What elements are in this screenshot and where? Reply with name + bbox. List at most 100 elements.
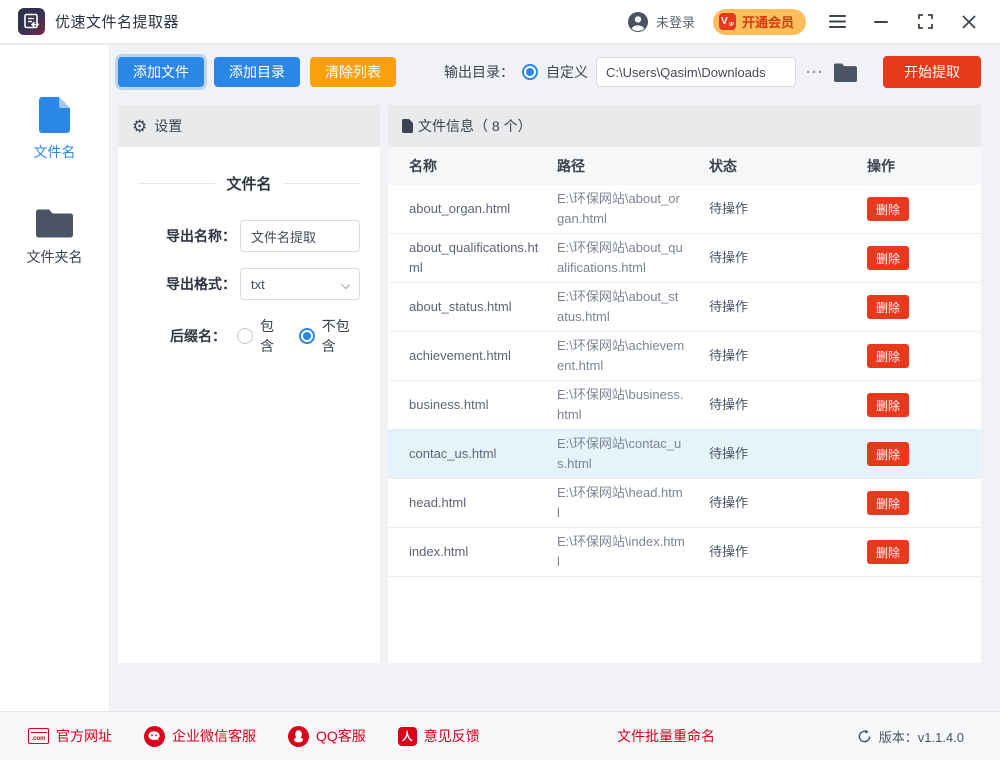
- table-row[interactable]: index.htmlE:\环保网站\index.html待操作删除: [388, 528, 981, 577]
- export-format-label: 导出格式：: [166, 274, 236, 294]
- app-logo-icon: [18, 8, 45, 35]
- footer: .com 官方网址 企业微信客服 QQ客服 人 意见反馈 文件批量重命名: [0, 711, 1000, 760]
- sidebar-item-label: 文件名: [34, 142, 76, 162]
- export-name-label: 导出名称：: [166, 226, 236, 246]
- col-header-action: 操作: [867, 156, 981, 176]
- file-action-cell: 删除: [867, 442, 981, 466]
- minimize-icon: [874, 21, 888, 23]
- delete-button[interactable]: 删除: [867, 197, 909, 221]
- version-area: 版本：v1.1.4.0: [857, 727, 964, 746]
- file-action-cell: 删除: [867, 393, 981, 417]
- table-row[interactable]: about_qualifications.htmlE:\环保网站\about_q…: [388, 234, 981, 283]
- file-status-cell: 待操作: [709, 493, 867, 513]
- section-title: 文件名: [227, 173, 272, 194]
- file-status-cell: 待操作: [709, 444, 867, 464]
- file-name-cell: index.html: [409, 542, 557, 562]
- export-format-select[interactable]: txt: [240, 268, 360, 300]
- table-row[interactable]: about_status.htmlE:\环保网站\about_status.ht…: [388, 283, 981, 332]
- folder-icon: [36, 208, 73, 238]
- delete-button[interactable]: 删除: [867, 442, 909, 466]
- close-icon: [962, 15, 976, 29]
- login-status-label: 未登录: [656, 12, 695, 31]
- suffix-include-radio[interactable]: [237, 328, 253, 344]
- app-title: 优速文件名提取器: [55, 11, 179, 32]
- section-divider: 文件名: [138, 173, 360, 194]
- export-name-input[interactable]: [240, 220, 360, 252]
- open-vip-button[interactable]: VIP 开通会员: [713, 9, 806, 35]
- file-path-cell: E:\环保网站\contac_us.html: [557, 434, 709, 474]
- file-info-header-label: 文件信息（ 8 个）: [418, 116, 532, 136]
- feedback-icon: 人: [398, 727, 417, 746]
- start-extract-button[interactable]: 开始提取: [883, 56, 981, 88]
- file-path-cell: E:\环保网站\business.html: [557, 385, 709, 425]
- file-action-cell: 删除: [867, 246, 981, 270]
- file-path-cell: E:\环保网站\about_organ.html: [557, 189, 709, 229]
- delete-button[interactable]: 删除: [867, 246, 909, 270]
- delete-button[interactable]: 删除: [867, 344, 909, 368]
- col-header-path: 路径: [557, 156, 709, 176]
- gear-icon: ⚙: [132, 118, 147, 135]
- file-path-cell: E:\环保网站\head.html: [557, 483, 709, 523]
- login-status[interactable]: 未登录: [627, 11, 695, 33]
- maximize-button[interactable]: [912, 9, 938, 35]
- file-table-body: about_organ.htmlE:\环保网站\about_organ.html…: [388, 185, 981, 577]
- feedback-link[interactable]: 人 意见反馈: [398, 726, 480, 746]
- close-button[interactable]: [956, 9, 982, 35]
- file-name-cell: contac_us.html: [409, 444, 557, 464]
- file-action-cell: 删除: [867, 491, 981, 515]
- wechat-support-link[interactable]: 企业微信客服: [144, 726, 256, 747]
- sidebar-item-label: 文件夹名: [27, 247, 83, 267]
- delete-button[interactable]: 删除: [867, 491, 909, 515]
- suffix-exclude-label: 不包含: [322, 316, 360, 356]
- folder-icon: [834, 63, 857, 82]
- file-info-panel: 文件信息（ 8 个） 名称 路径 状态 操作 about_organ.htmlE…: [388, 105, 981, 663]
- delete-button[interactable]: 删除: [867, 540, 909, 564]
- suffix-exclude-radio[interactable]: [299, 328, 315, 344]
- file-info-header: 文件信息（ 8 个）: [388, 105, 981, 147]
- output-path-input[interactable]: [596, 57, 796, 87]
- qq-support-link[interactable]: QQ客服: [288, 726, 366, 747]
- sidebar-item-foldername[interactable]: 文件夹名: [27, 208, 83, 267]
- table-row[interactable]: achievement.htmlE:\环保网站\achievement.html…: [388, 332, 981, 381]
- file-name-cell: about_organ.html: [409, 199, 557, 219]
- com-icon: .com: [28, 728, 49, 744]
- menu-button[interactable]: [824, 9, 850, 35]
- browse-ellipsis-button[interactable]: ···: [804, 64, 826, 81]
- delete-button[interactable]: 删除: [867, 393, 909, 417]
- batch-rename-link[interactable]: 文件批量重命名: [617, 726, 715, 746]
- clear-list-button[interactable]: 清除列表: [310, 57, 396, 87]
- sidebar-item-filename[interactable]: 文件名: [34, 97, 76, 162]
- official-site-link[interactable]: .com 官方网址: [28, 726, 112, 746]
- file-path-cell: E:\环保网站\about_status.html: [557, 287, 709, 327]
- refresh-icon[interactable]: [857, 729, 872, 744]
- user-icon: [627, 11, 649, 33]
- settings-header-label: 设置: [154, 116, 182, 136]
- custom-radio-label: 自定义: [546, 62, 588, 82]
- sidebar: 文件名 文件夹名: [0, 45, 110, 711]
- file-action-cell: 删除: [867, 540, 981, 564]
- delete-button[interactable]: 删除: [867, 295, 909, 319]
- add-file-button[interactable]: 添加文件: [118, 57, 204, 87]
- file-name-cell: business.html: [409, 395, 557, 415]
- table-row[interactable]: about_organ.htmlE:\环保网站\about_organ.html…: [388, 185, 981, 234]
- file-status-cell: 待操作: [709, 297, 867, 317]
- output-dir-label: 输出目录：: [444, 62, 514, 82]
- suffix-label: 后缀名：: [170, 326, 226, 346]
- settings-panel: ⚙ 设置 文件名 导出名称： 导出格式： txt 后缀名： 包含 不包含: [118, 105, 380, 663]
- table-header-row: 名称 路径 状态 操作: [388, 147, 981, 185]
- file-path-cell: E:\环保网站\achievement.html: [557, 336, 709, 376]
- file-path-cell: E:\环保网站\index.html: [557, 532, 709, 572]
- settings-header: ⚙ 设置: [118, 105, 380, 147]
- hamburger-icon: [829, 15, 846, 28]
- minimize-button[interactable]: [868, 9, 894, 35]
- col-header-status: 状态: [709, 156, 867, 176]
- custom-radio[interactable]: [522, 64, 538, 80]
- file-action-cell: 删除: [867, 344, 981, 368]
- open-folder-button[interactable]: [834, 63, 857, 82]
- file-action-cell: 删除: [867, 295, 981, 319]
- add-directory-button[interactable]: 添加目录: [214, 57, 300, 87]
- table-row[interactable]: contac_us.htmlE:\环保网站\contac_us.html待操作删…: [388, 430, 981, 479]
- table-row[interactable]: head.htmlE:\环保网站\head.html待操作删除: [388, 479, 981, 528]
- file-status-cell: 待操作: [709, 248, 867, 268]
- table-row[interactable]: business.htmlE:\环保网站\business.html待操作删除: [388, 381, 981, 430]
